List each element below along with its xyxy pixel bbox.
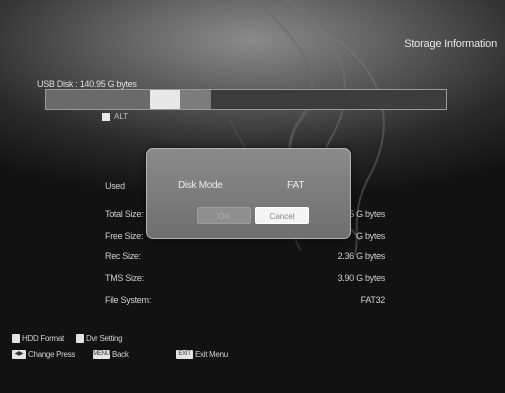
red-key-icon (12, 334, 20, 343)
info-key: File System: (105, 295, 151, 305)
info-key: Rec Size: (105, 251, 141, 261)
device-label: USB Disk : 140.95 G bytes (37, 79, 137, 89)
info-row-file-system: File System: FAT32 (105, 295, 385, 309)
info-row-tms-size: TMS Size: 3.90 G bytes (105, 273, 385, 287)
info-key: Total Size: (105, 209, 144, 219)
disk-mode-label: Disk Mode (178, 180, 223, 191)
legend-swatch (102, 112, 110, 121)
screen-title: Storage Information (404, 38, 497, 50)
usage-segment-free (211, 90, 446, 109)
info-value: 2.36 G bytes (337, 251, 386, 261)
ok-button[interactable]: OK (197, 207, 251, 224)
info-key: TMS Size: (105, 273, 144, 283)
usage-segment-other (180, 90, 211, 109)
info-key: Used (105, 181, 125, 191)
info-value: 3.90 G bytes (337, 273, 386, 283)
legend-label: ALT (114, 112, 129, 121)
disk-mode-value: FAT (287, 180, 305, 191)
exit-key-icon: EXIT (176, 350, 193, 359)
menu-key-icon: MENU (93, 350, 110, 359)
disk-usage-bar (45, 89, 447, 110)
info-value: G bytes (356, 231, 385, 241)
usage-segment-selected (150, 90, 180, 109)
info-key: Free Size: (105, 231, 144, 241)
hint-back[interactable]: MENU Back (93, 350, 129, 359)
green-key-icon (76, 334, 84, 343)
info-row-rec-size: Rec Size: 2.36 G bytes (105, 251, 385, 265)
hint-label: Dvr Setting (86, 334, 123, 343)
storage-info-screen: Storage Information USB Disk : 140.95 G … (0, 0, 505, 393)
hint-label: Exit Menu (195, 350, 228, 359)
cancel-button[interactable]: Cancel (255, 207, 309, 224)
hint-change-press[interactable]: ◀▶ Change Press (12, 350, 75, 359)
info-value: 5 G bytes (349, 209, 385, 219)
left-right-arrows-icon: ◀▶ (12, 350, 26, 359)
info-value: FAT32 (360, 295, 386, 305)
usage-segment-used (46, 90, 150, 109)
hint-label: HDD Format (22, 334, 64, 343)
hint-dvr-setting[interactable]: Dvr Setting (76, 334, 123, 343)
hint-hdd-format[interactable]: HDD Format (12, 334, 64, 343)
hint-label: Back (112, 350, 129, 359)
usage-legend: ALT (102, 112, 128, 121)
disk-mode-dialog: Disk Mode FAT OK Cancel (146, 148, 351, 239)
hint-label: Change Press (28, 350, 76, 359)
hint-exit-menu[interactable]: EXIT Exit Menu (176, 350, 228, 359)
